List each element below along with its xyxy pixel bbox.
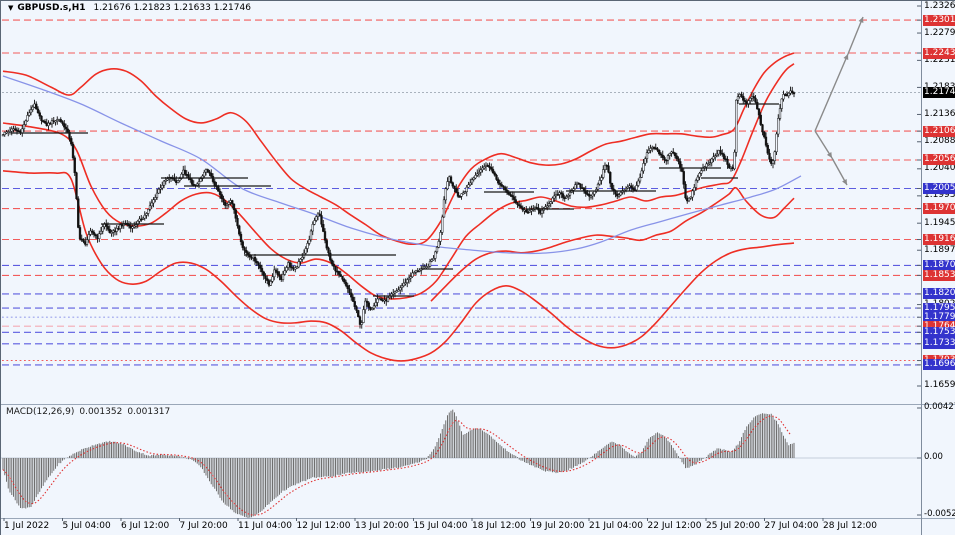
time-axis[interactable]: 1 Jul 2022 5 Jul 04:00 6 Jul 12:00 7 Jul 20… (1, 519, 921, 535)
chart-title: ▼ GBPUSD.s,H1 1.21676 1.21823 1.21633 1.21… (8, 3, 251, 13)
time-label: 21 Jul 04:00 (589, 521, 643, 531)
time-label: 5 Jul 04:00 (63, 521, 111, 531)
time-label: 19 Jul 20:00 (531, 521, 585, 531)
price-tick-label: 1.22790 (924, 28, 955, 39)
price-tick-label: 1.19450 (924, 218, 955, 229)
time-label: 1 Jul 2022 (4, 521, 49, 531)
level-price-label: 1.16961 (923, 359, 955, 370)
level-price-label: 1.20059 (923, 183, 955, 194)
price-scale[interactable]: 0.00427 0.00 -0.005202 1.23265 1.22790 1.2… (922, 1, 955, 535)
time-label: 6 Jul 12:00 (121, 521, 169, 531)
level-price-label: 1.19163 (923, 234, 955, 245)
level-price-label: 1.20560 (923, 154, 955, 165)
time-label: 15 Jul 04:00 (414, 521, 468, 531)
time-label: 12 Jul 12:00 (297, 521, 351, 531)
ohlc-values-label: 1.21676 1.21823 1.21633 1.21746 (93, 3, 250, 13)
time-label: 18 Jul 12:00 (472, 521, 526, 531)
price-tick-label: 1.18975 (924, 245, 955, 256)
current-price-label: 1.21746 (923, 87, 955, 98)
chart-plot-canvas[interactable] (1, 1, 955, 535)
macd-signal-value: 0.001317 (127, 407, 170, 417)
projection-arrow-1[interactable] (848, 17, 863, 54)
upper-band-curve (3, 53, 794, 244)
time-label: 13 Jul 20:00 (355, 521, 409, 531)
time-label: 7 Jul 20:00 (180, 521, 228, 531)
level-price-label: 1.23017 (923, 15, 955, 26)
price-tick-label: 1.16590 (924, 380, 955, 391)
time-label: 22 Jul 12:00 (648, 521, 702, 531)
time-label: 27 Jul 04:00 (765, 521, 819, 531)
price-tick-label: 1.20880 (924, 136, 955, 147)
level-price-label: 1.17533 (923, 327, 955, 338)
middle-band-curve (3, 64, 794, 299)
macd-indicator-title: MACD(12,26,9) 0.001352 0.001317 (6, 407, 175, 417)
macd-scale-top-label: 0.00427 (924, 402, 955, 413)
macd-histogram (3, 410, 794, 519)
time-label: 25 Jul 20:00 (706, 521, 760, 531)
price-tick-label: 1.21360 (924, 109, 955, 120)
time-label: 11 Jul 04:00 (238, 521, 292, 531)
macd-scale-zero-label: 0.00 (924, 452, 955, 463)
macd-value: 0.001352 (79, 407, 122, 417)
symbol-period-label: GBPUSD.s,H1 (17, 3, 85, 13)
macd-label: MACD(12,26,9) (6, 407, 74, 417)
level-price-label: 1.19706 (923, 203, 955, 214)
level-price-label: 1.17332 (923, 338, 955, 349)
macd-scale-bottom-label: -0.005202 (924, 509, 955, 520)
level-price-label: 1.18533 (923, 270, 955, 281)
level-price-label: 1.21067 (923, 126, 955, 137)
lower-band-tight-curve (431, 188, 794, 301)
trading-chart-window: ▼ GBPUSD.s,H1 1.21676 1.21823 1.21633 1.21… (0, 0, 955, 535)
time-label: 28 Jul 12:00 (823, 521, 877, 531)
collapse-indicator-icon[interactable]: ▼ (8, 4, 13, 12)
level-price-label: 1.18207 (923, 288, 955, 299)
price-tick-label: 1.23265 (924, 1, 955, 12)
level-price-label: 1.22439 (923, 48, 955, 59)
